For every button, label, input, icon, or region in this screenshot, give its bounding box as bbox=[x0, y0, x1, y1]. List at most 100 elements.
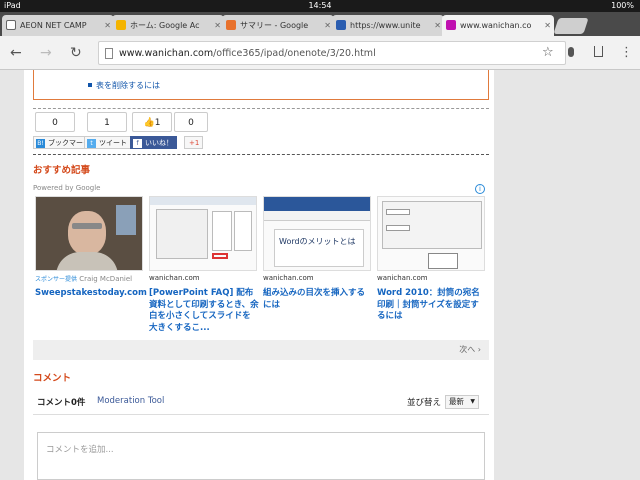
thumbnail-image bbox=[377, 196, 485, 271]
card-title[interactable]: Word 2010：封筒の宛名印刷｜封筒サイズを設定するには bbox=[377, 288, 487, 323]
card-title[interactable]: [PowerPoint FAQ] 配布資料として印刷するとき、余白を小さくしてス… bbox=[149, 288, 259, 334]
battery-level: 100% bbox=[611, 1, 634, 10]
close-icon[interactable]: ✕ bbox=[104, 15, 111, 36]
tab-label: https://www.unite bbox=[350, 21, 421, 30]
recommend-widget: Powered by Google i スポンサー提供 Craig McDani… bbox=[33, 178, 489, 360]
close-icon[interactable]: ✕ bbox=[324, 15, 331, 36]
thumb-titlebar bbox=[150, 197, 256, 205]
microphone-icon[interactable] bbox=[568, 47, 574, 57]
close-icon[interactable]: ✕ bbox=[544, 15, 551, 36]
divider bbox=[33, 154, 489, 155]
chevron-right-icon: › bbox=[477, 345, 481, 354]
tab-label: サマリー - Google bbox=[240, 21, 309, 30]
address-bar[interactable]: www.wanichan.com/office365/ipad/onenote/… bbox=[98, 41, 566, 65]
page-icon bbox=[6, 20, 16, 30]
gplus-label: +1 bbox=[189, 139, 200, 147]
tab-analytics[interactable]: サマリー - Google ✕ bbox=[222, 15, 334, 36]
share-icon[interactable] bbox=[594, 46, 603, 57]
thumb-preview bbox=[234, 211, 252, 251]
card-source: スポンサー提供 Craig McDaniel bbox=[35, 274, 132, 283]
menu-icon[interactable]: ⋮ bbox=[620, 44, 633, 62]
thumbnail-image bbox=[35, 196, 143, 271]
comment-input[interactable]: コメントを追加... bbox=[37, 432, 485, 480]
google-ads-icon bbox=[116, 20, 126, 30]
tab-label: ホーム: Google Ac bbox=[130, 21, 200, 30]
person-face bbox=[68, 211, 106, 255]
thumb-panel bbox=[156, 209, 208, 259]
new-tab-button[interactable] bbox=[553, 18, 589, 34]
main-content: 表を削除するには 0 1 👍1 0 B! ブックマーク t ツイート f いいね！ +… bbox=[24, 70, 494, 480]
unite-icon bbox=[336, 20, 346, 30]
thumb-highlight bbox=[212, 253, 228, 259]
reload-icon[interactable]: ↻ bbox=[70, 44, 82, 62]
web-page: 表を削除するには 0 1 👍1 0 B! ブックマーク t ツイート f いいね！ +… bbox=[0, 70, 640, 480]
word-ribbon bbox=[264, 197, 370, 211]
chevron-down-icon: ▼ bbox=[470, 398, 475, 405]
tweet-label: ツイート bbox=[99, 139, 127, 147]
sponsor-name: Craig McDaniel bbox=[79, 275, 133, 283]
browser-toolbar: ← → ↻ www.wanichan.com/office365/ipad/on… bbox=[0, 36, 640, 70]
recommend-heading: おすすめ記事 bbox=[33, 165, 91, 176]
thumbnail-image bbox=[149, 196, 257, 271]
analytics-icon bbox=[226, 20, 236, 30]
thumb-preview bbox=[212, 211, 232, 251]
recommend-card[interactable]: wanichan.com Word 2010：封筒の宛名印刷｜封筒サイズを設定す… bbox=[377, 196, 485, 321]
recommend-card[interactable]: スポンサー提供 Craig McDaniel Sweepstakestoday.… bbox=[35, 196, 147, 321]
like-count: 👍1 bbox=[132, 112, 172, 132]
related-links-box: 表を削除するには bbox=[33, 70, 489, 100]
comment-count: コメント0件 bbox=[37, 398, 86, 408]
sort-select[interactable]: 最新 ▼ bbox=[445, 395, 479, 409]
bookmark-count: 0 bbox=[35, 112, 75, 132]
hatena-icon: B! bbox=[36, 139, 45, 148]
next-button[interactable]: 次へ › bbox=[33, 340, 489, 360]
recommend-card[interactable]: Wordのメリットとは wanichan.com 組み込みの目次を挿入するには bbox=[263, 196, 371, 321]
powered-by-google: Powered by Google bbox=[33, 184, 101, 192]
window bbox=[116, 205, 136, 235]
comments-heading: コメント bbox=[33, 373, 72, 384]
comments-bar: コメント0件 Moderation Tool 並び替え 最新 ▼ bbox=[33, 390, 489, 414]
word-toolbar bbox=[264, 211, 370, 221]
moderation-tool-link[interactable]: Moderation Tool bbox=[97, 396, 164, 406]
sort-label: 並び替え bbox=[406, 398, 441, 408]
close-icon[interactable]: ✕ bbox=[214, 15, 221, 36]
back-arrow-icon[interactable]: ← bbox=[10, 44, 22, 62]
wanichan-icon bbox=[446, 20, 456, 30]
star-icon[interactable]: ☆ bbox=[542, 44, 554, 62]
card-source: wanichan.com bbox=[149, 274, 200, 282]
card-source: wanichan.com bbox=[377, 274, 428, 282]
tab-unite[interactable]: https://www.unite ✕ bbox=[332, 15, 444, 36]
tweet-button[interactable]: t ツイート bbox=[84, 136, 131, 149]
comment-placeholder: コメントを追加... bbox=[46, 445, 114, 455]
clock: 14:54 bbox=[308, 1, 332, 10]
tab-wanichan[interactable]: www.wanichan.co ✕ bbox=[442, 15, 554, 36]
card-title[interactable]: 組み込みの目次を挿入するには bbox=[263, 288, 373, 311]
facebook-icon: f bbox=[133, 139, 142, 148]
dialog-button bbox=[386, 225, 410, 231]
forward-arrow-icon[interactable]: → bbox=[40, 44, 52, 62]
card-title[interactable]: Sweepstakestoday.com bbox=[35, 288, 147, 300]
facebook-like-button[interactable]: f いいね！ bbox=[130, 136, 177, 149]
shirt bbox=[56, 252, 118, 270]
status-bar: iPad 14:54 100% bbox=[0, 0, 640, 12]
sort-value: 最新 bbox=[449, 397, 464, 406]
close-icon[interactable]: ✕ bbox=[434, 15, 441, 36]
like-count-value: 1 bbox=[154, 118, 161, 128]
like-label: いいね！ bbox=[145, 139, 173, 147]
recommend-card[interactable]: wanichan.com [PowerPoint FAQ] 配布資料として印刷す… bbox=[149, 196, 259, 333]
tab-bar: AEON NET CAMP ✕ ホーム: Google Ac ✕ サマリー - … bbox=[0, 12, 640, 36]
url-text: www.wanichan.com/office365/ipad/onenote/… bbox=[119, 48, 376, 59]
tab-aeon[interactable]: AEON NET CAMP ✕ bbox=[2, 15, 114, 36]
card-source: wanichan.com bbox=[263, 274, 314, 282]
envelope-preview bbox=[428, 253, 458, 269]
next-label: 次へ bbox=[459, 345, 476, 354]
tab-google-ads[interactable]: ホーム: Google Ac ✕ bbox=[112, 15, 224, 36]
glasses bbox=[72, 223, 102, 229]
page-icon bbox=[105, 48, 113, 59]
divider bbox=[33, 414, 489, 415]
gplus-count: 0 bbox=[174, 112, 208, 132]
google-plus-button[interactable]: +1 bbox=[184, 136, 204, 149]
related-link[interactable]: 表を削除するには bbox=[88, 80, 160, 91]
thumbnail-image: Wordのメリットとは bbox=[263, 196, 371, 271]
ad-info-icon[interactable]: i bbox=[475, 184, 485, 194]
thumbs-up-icon: 👍 bbox=[143, 118, 155, 128]
